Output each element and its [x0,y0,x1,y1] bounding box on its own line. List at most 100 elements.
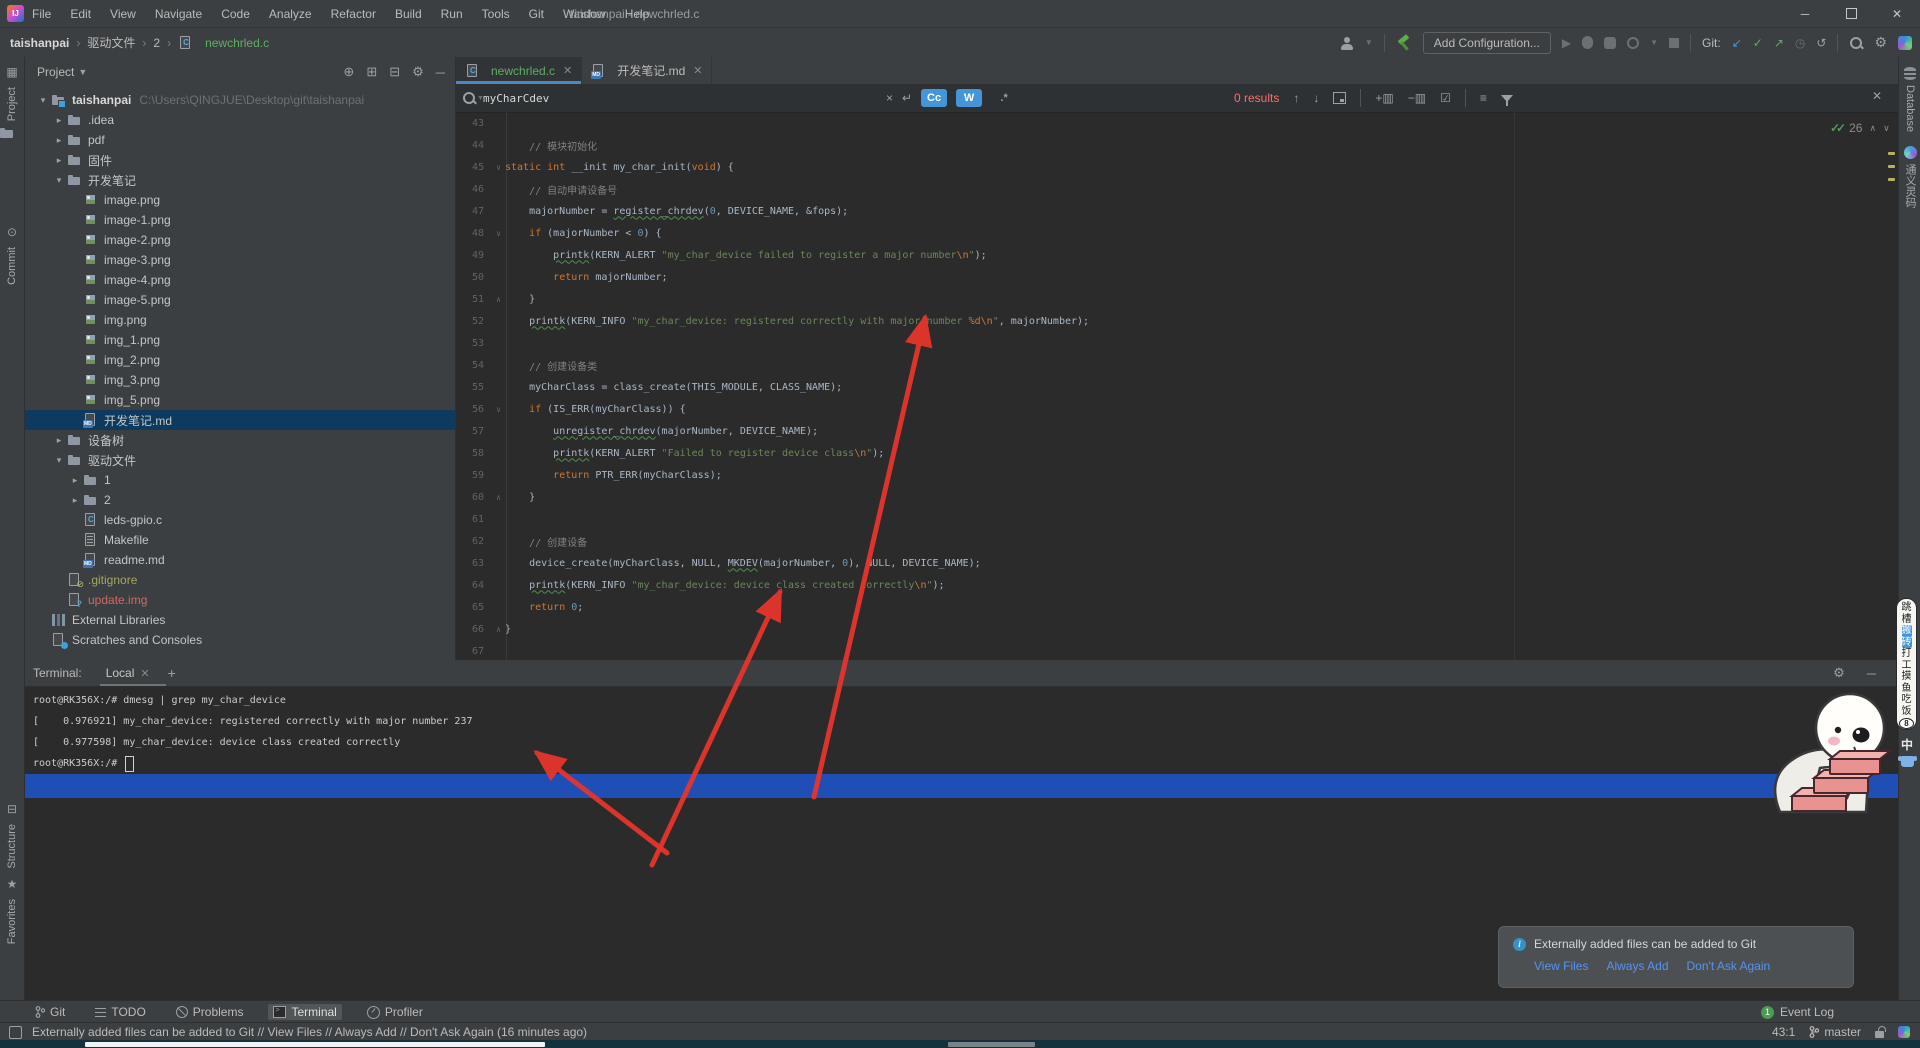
newline-icon[interactable]: ↵ [902,91,912,105]
match-case-toggle[interactable]: Cc [921,89,947,107]
tree-item-img-2-png[interactable]: img_2.png [25,350,455,370]
tree-item-image-4-png[interactable]: image-4.png [25,270,455,290]
menu-tools[interactable]: Tools [480,5,512,23]
tree-item-1[interactable]: ▸1 [25,470,455,490]
terminal-tab-local[interactable]: Local✕ [104,660,152,686]
tree-item-pdf[interactable]: ▸pdf [25,130,455,150]
previous-occurrence-icon[interactable]: ↑ [1293,91,1299,105]
tool-window-button-terminal[interactable]: Terminal [268,1004,341,1020]
chevron-right-icon[interactable]: ▸ [67,475,83,486]
breadcrumb-taishanpai[interactable]: taishanpai [10,36,69,50]
tree-item-makefile[interactable]: Makefile [25,530,455,550]
tree-item-item[interactable]: ▸固件 [25,150,455,170]
menu-run[interactable]: Run [439,5,465,23]
tree-item-taishanpai[interactable]: ▾taishanpaiC:\Users\QINGJUE\Desktop\git\… [25,90,455,110]
coverage-icon[interactable] [1627,37,1639,49]
fold-marker-icon[interactable]: ∨ [492,229,505,238]
menu-file[interactable]: File [30,5,53,23]
maximize-button[interactable] [1828,0,1874,27]
tree-item-img-3-png[interactable]: img_3.png [25,370,455,390]
tree-item-image-png[interactable]: image.png [25,190,455,210]
menu-refactor[interactable]: Refactor [329,5,378,23]
tool-strip-database[interactable]: Database [1904,85,1916,132]
chevron-down-icon[interactable]: ▾ [51,455,67,466]
database-icon[interactable] [1904,67,1916,80]
profiler-icon[interactable] [1604,37,1616,49]
breadcrumb-2[interactable]: 2 [153,36,160,50]
menu-code[interactable]: Code [219,5,252,23]
select-all-occurrences-icon[interactable]: ☑ [1440,91,1451,105]
chevron-right-icon[interactable]: ▸ [51,115,67,126]
settings-gear-icon[interactable]: ⚙ [1874,34,1887,51]
unlock-icon[interactable] [1875,1031,1884,1038]
toast-action-view-files[interactable]: View Files [1534,959,1588,973]
fold-marker-icon[interactable]: ∧ [492,493,505,502]
add-occurrence-icon[interactable]: +▥ [1375,91,1393,105]
tree-item-update-img[interactable]: update.img [25,590,455,610]
run-icon[interactable]: ▶ [1562,36,1571,50]
status-message[interactable]: Externally added files can be added to G… [32,1025,587,1039]
chevron-down-icon[interactable]: ▼ [78,67,87,77]
tree-item-img-png[interactable]: img.png [25,310,455,330]
breadcrumb-item[interactable]: 驱动文件 [87,34,135,51]
close-tab-icon[interactable]: ✕ [563,64,572,77]
expand-all-icon[interactable]: ⊞ [366,64,377,80]
remove-occurrence-icon[interactable]: −▥ [1408,91,1426,105]
collapse-all-icon[interactable]: ⊟ [389,64,400,80]
tree-item-scratches-and-consoles[interactable]: Scratches and Consoles [25,630,455,650]
inspections-widget[interactable]: ✓✓ 26 ∧ ∨ [1824,117,1896,139]
fold-marker-icon[interactable]: ∧ [492,625,505,634]
tool-strip-project[interactable]: Project [6,87,18,121]
tree-item-gitignore[interactable]: .gitignore [25,570,455,590]
panel-settings-gear-icon[interactable]: ⚙ [412,64,424,80]
tool-window-button-git[interactable]: Git [30,1004,70,1020]
search-filter-icon[interactable]: ≡ [1480,91,1487,105]
chevron-right-icon[interactable]: ▸ [51,155,67,166]
project-panel-title[interactable]: Project [37,65,74,79]
previous-problem-icon[interactable]: ∧ [1869,123,1876,134]
caret-position[interactable]: 43:1 [1772,1025,1795,1039]
menu-analyze[interactable]: Analyze [267,5,314,23]
search-input[interactable]: myCharCdev [483,84,549,112]
tab-dev-notes-md[interactable]: 开发笔记.md ✕ [582,57,712,84]
locate-file-icon[interactable]: ⊕ [343,64,354,80]
tree-item-image-2-png[interactable]: image-2.png [25,230,455,250]
chevron-down-icon[interactable]: ▾ [35,95,51,106]
tree-item-item[interactable]: ▸设备树 [25,430,455,450]
tongyi-lingma-icon[interactable] [1904,146,1917,159]
menu-git[interactable]: Git [527,5,546,23]
minimize-panel-icon[interactable]: ─ [1867,666,1876,681]
tool-window-button-profiler[interactable]: Profiler [362,1004,428,1020]
tree-item-item[interactable]: ▾驱动文件 [25,450,455,470]
tree-item-md[interactable]: 开发笔记.md [25,410,455,430]
code-editor[interactable]: 4344 // 模块初始化45∨static int __init my_cha… [456,112,1898,662]
tree-item-leds-gpio-c[interactable]: leds-gpio.c [25,510,455,530]
structure-tool-icon[interactable]: ⊟ [0,802,24,816]
search-icon[interactable]: ▼ [462,91,484,105]
hide-panel-icon[interactable]: ─ [436,65,445,80]
history-clock-icon[interactable]: ◷ [1795,36,1805,50]
terminal-settings-gear-icon[interactable]: ⚙ [1833,665,1845,681]
rollback-icon[interactable]: ↺ [1816,36,1826,50]
tool-window-switcher-icon[interactable] [9,1026,22,1039]
ai-status-icon[interactable] [1898,1026,1910,1038]
terminal-output[interactable]: root@RK356X:/# dmesg | grep my_char_devi… [33,690,473,774]
menu-build[interactable]: Build [393,5,424,23]
toast-action-always-add[interactable]: Always Add [1606,959,1668,973]
close-button[interactable]: ✕ [1874,0,1920,27]
tool-strip-commit[interactable]: Commit [6,247,18,285]
ai-assistant-icon[interactable] [1898,36,1912,50]
minimize-button[interactable]: ─ [1782,0,1828,27]
tree-item-image-5-png[interactable]: image-5.png [25,290,455,310]
debug-icon[interactable] [1582,36,1593,49]
chevron-down-icon[interactable]: ▼ [1650,38,1658,47]
close-terminal-tab-icon[interactable]: ✕ [140,667,149,680]
fold-marker-icon[interactable]: ∧ [492,295,505,304]
chevron-right-icon[interactable]: ▸ [51,435,67,446]
search-everywhere-icon[interactable] [1849,36,1863,50]
tree-item-item[interactable]: ▾开发笔记 [25,170,455,190]
git-commit-check-icon[interactable]: ✓ [1753,36,1763,50]
chevron-right-icon[interactable]: ▸ [51,135,67,146]
git-push-icon[interactable]: ↗ [1774,36,1784,50]
menu-edit[interactable]: Edit [68,5,93,23]
